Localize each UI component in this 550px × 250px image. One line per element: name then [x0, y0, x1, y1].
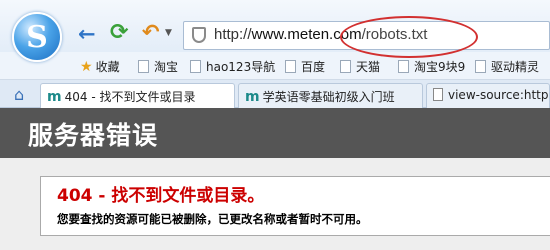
- logo-letter: S: [26, 20, 48, 55]
- bookmark-item[interactable]: 淘宝: [138, 58, 178, 75]
- page-title: 服务器错误: [28, 121, 159, 150]
- tab-strip: ⌂ m 404 - 找不到文件或目录 m 学英语零基础初级入门班 view-sour…: [0, 80, 550, 108]
- browser-logo-icon[interactable]: S: [12, 12, 62, 62]
- bookmark-label: 淘宝9块9: [414, 60, 466, 74]
- tab-label: 学英语零基础初级入门班: [262, 90, 395, 104]
- page-icon: [340, 60, 351, 73]
- bookmark-item[interactable]: hao123导航: [190, 58, 275, 75]
- refresh-icon[interactable]: ⟳: [110, 20, 128, 45]
- bookmarks-bar: ★ 收藏 淘宝 hao123导航 百度 天猫 淘宝9块9 驱动精灵: [0, 52, 550, 80]
- home-icon[interactable]: ⌂: [14, 85, 24, 104]
- site-favicon-icon: m: [245, 89, 260, 105]
- url-protocol: http://: [214, 26, 252, 43]
- undo-dropdown-caret-icon[interactable]: ▼: [165, 28, 172, 38]
- bookmark-item[interactable]: 驱动精灵: [475, 58, 539, 75]
- bookmark-label: hao123导航: [206, 60, 276, 74]
- site-favicon-icon: m: [47, 89, 62, 105]
- tab-label: 404 - 找不到文件或目录: [64, 90, 196, 104]
- shield-icon: [192, 27, 206, 43]
- red-annotation-circle: [340, 16, 478, 58]
- undo-icon[interactable]: ↶: [142, 20, 160, 44]
- bookmark-item[interactable]: 天猫: [340, 58, 380, 75]
- star-icon: ★: [80, 59, 93, 75]
- error-code-heading: 404 - 找不到文件或目录。: [57, 186, 265, 206]
- page-icon: [475, 60, 486, 73]
- page-icon: [433, 88, 443, 101]
- error-header-bar: 服务器错误: [0, 108, 550, 158]
- bookmark-label: 收藏: [95, 60, 120, 74]
- page-icon: [138, 60, 149, 73]
- tab-label: view-source:http:/: [448, 88, 550, 102]
- error-message-box: 404 - 找不到文件或目录。 您要查找的资源可能已被删除，已更改名称或者暂时不…: [40, 176, 550, 236]
- back-arrow-icon[interactable]: ←: [78, 22, 96, 46]
- bookmark-label: 天猫: [356, 60, 381, 74]
- tab-404[interactable]: m 404 - 找不到文件或目录: [40, 83, 235, 108]
- bookmark-label: 淘宝: [154, 60, 179, 74]
- bookmark-label: 百度: [301, 60, 326, 74]
- page-icon: [398, 60, 409, 73]
- bookmark-item[interactable]: 百度: [285, 58, 325, 75]
- bookmark-label: 驱动精灵: [491, 60, 540, 74]
- bookmark-favorites[interactable]: ★ 收藏: [80, 58, 120, 75]
- tab-view-source[interactable]: view-source:http:/: [426, 83, 550, 108]
- bookmark-item[interactable]: 淘宝9块9: [398, 58, 465, 75]
- tab-english-course[interactable]: m 学英语零基础初级入门班: [238, 83, 423, 108]
- page-icon: [285, 60, 296, 73]
- page-icon: [190, 60, 201, 73]
- error-description: 您要查找的资源可能已被删除，已更改名称或者暂时不可用。: [57, 212, 368, 226]
- page-content: 404 - 找不到文件或目录。 您要查找的资源可能已被删除，已更改名称或者暂时不…: [0, 158, 550, 250]
